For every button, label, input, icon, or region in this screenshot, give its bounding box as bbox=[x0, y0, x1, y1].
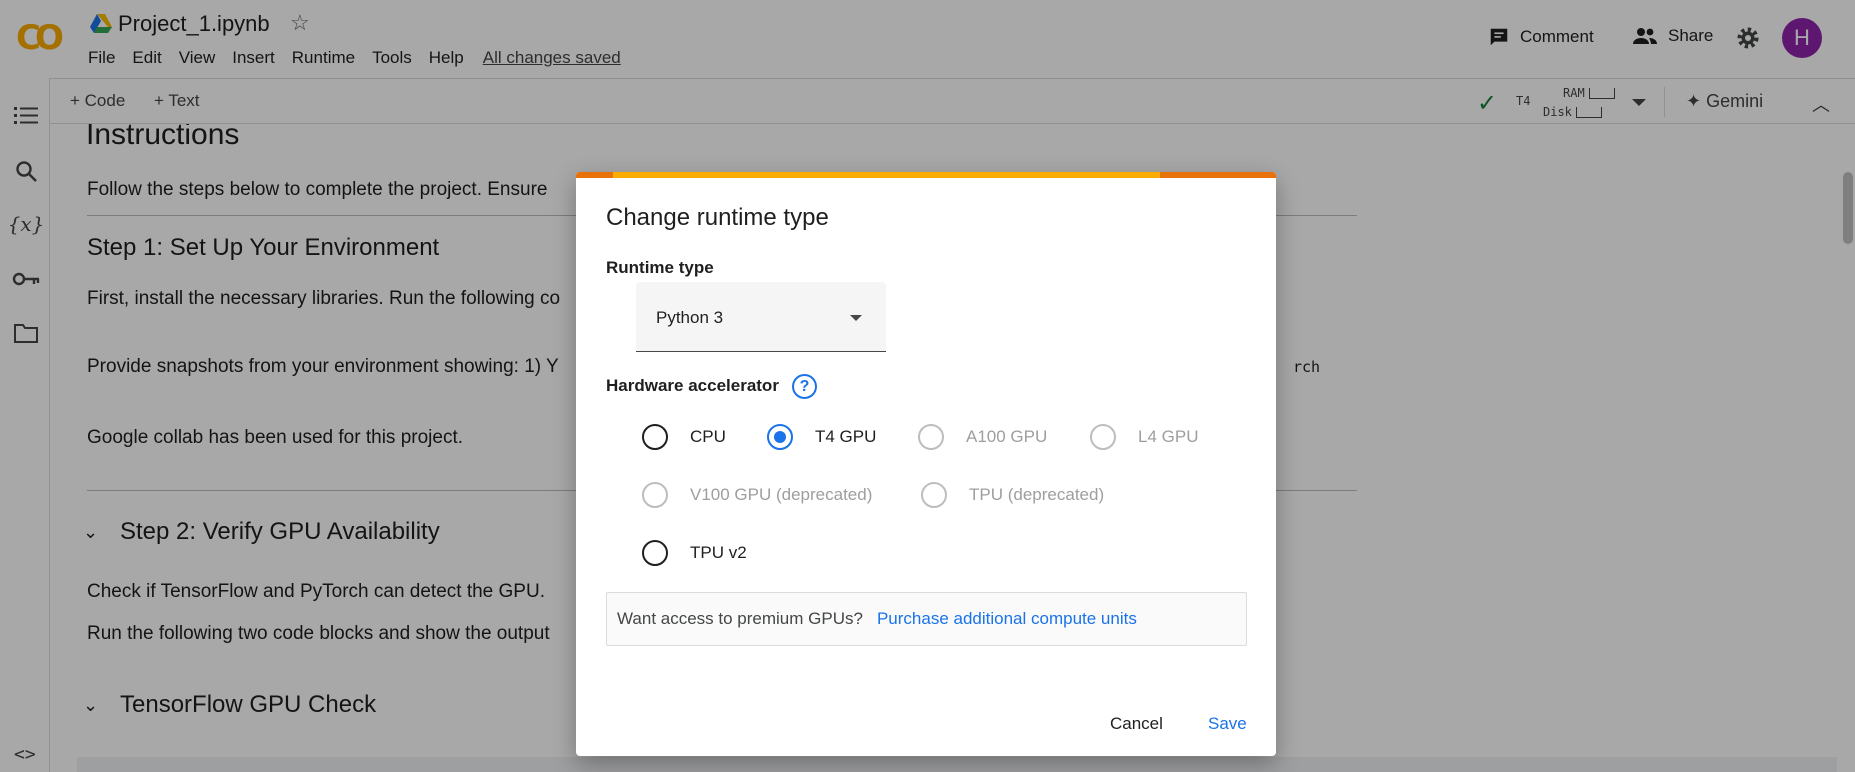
hardware-accelerator-label: Hardware accelerator bbox=[606, 376, 779, 395]
radio-circle bbox=[642, 540, 668, 566]
radio-label: L4 GPU bbox=[1138, 427, 1199, 446]
radio-circle bbox=[921, 482, 947, 508]
dialog-title: Change runtime type bbox=[606, 204, 829, 231]
radio-t4-gpu[interactable]: T4 GPU bbox=[767, 424, 876, 450]
purchase-compute-link[interactable]: Purchase additional compute units bbox=[877, 609, 1137, 629]
radio-v100-gpu: V100 GPU (deprecated) bbox=[642, 482, 872, 508]
radio-label: CPU bbox=[690, 427, 726, 446]
radio-l4-gpu: L4 GPU bbox=[1090, 424, 1198, 450]
radio-circle bbox=[642, 424, 668, 450]
radio-label: TPU v2 bbox=[690, 543, 747, 562]
cancel-button[interactable]: Cancel bbox=[1110, 714, 1163, 734]
radio-label: TPU (deprecated) bbox=[969, 485, 1105, 504]
radio-cpu[interactable]: CPU bbox=[642, 424, 726, 450]
radio-label: V100 GPU (deprecated) bbox=[690, 485, 873, 504]
radio-label: A100 GPU bbox=[966, 427, 1048, 446]
help-icon[interactable]: ? bbox=[792, 374, 817, 399]
save-button[interactable]: Save bbox=[1208, 714, 1247, 734]
runtime-type-label: Runtime type bbox=[606, 258, 714, 277]
radio-circle bbox=[918, 424, 944, 450]
radio-tpu-deprecated: TPU (deprecated) bbox=[921, 482, 1104, 508]
premium-text: Want access to premium GPUs? bbox=[617, 609, 863, 628]
radio-a100-gpu: A100 GPU bbox=[918, 424, 1047, 450]
radio-tpu-v2[interactable]: TPU v2 bbox=[642, 540, 747, 566]
runtime-type-value: Python 3 bbox=[656, 308, 724, 327]
change-runtime-dialog: Change runtime type Runtime type Python … bbox=[576, 172, 1276, 756]
dropdown-caret-icon bbox=[850, 315, 862, 321]
radio-circle bbox=[1090, 424, 1116, 450]
runtime-type-select[interactable]: Python 3 bbox=[636, 282, 886, 352]
dialog-progress-bar bbox=[576, 172, 1276, 178]
premium-gpu-banner: Want access to premium GPUs? Purchase ad… bbox=[606, 592, 1247, 646]
radio-circle bbox=[767, 424, 793, 450]
radio-label: T4 GPU bbox=[815, 427, 877, 446]
radio-circle bbox=[642, 482, 668, 508]
